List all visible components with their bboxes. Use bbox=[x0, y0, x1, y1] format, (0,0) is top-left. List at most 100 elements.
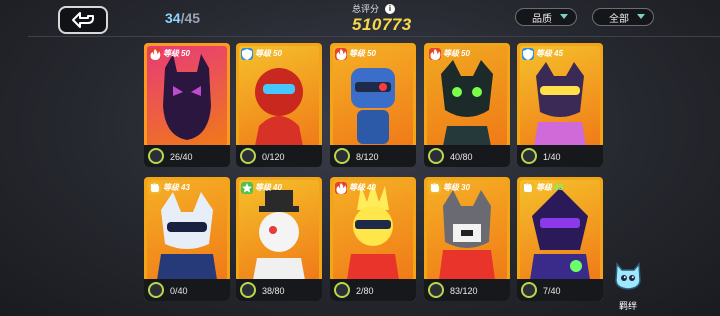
shard-progress: 26/40 bbox=[170, 152, 193, 162]
card-footer: 7/40 bbox=[517, 279, 603, 301]
character-portrait bbox=[333, 180, 413, 280]
fist-icon bbox=[149, 181, 161, 194]
level-label: 等级 bbox=[349, 49, 365, 58]
shard-progress: 0/120 bbox=[262, 152, 285, 162]
fire-icon bbox=[335, 181, 347, 194]
card-footer: 83/120 bbox=[424, 279, 510, 301]
character-card[interactable]: 等级 43 0/40 bbox=[144, 177, 230, 301]
fist-icon bbox=[429, 181, 441, 194]
level-label: 等级 bbox=[163, 49, 179, 58]
level-tag: 等级 50 bbox=[149, 47, 190, 60]
collection-count: 34/45 bbox=[165, 10, 200, 26]
fire-icon bbox=[335, 47, 347, 60]
all-filter-label: 全部 bbox=[609, 13, 629, 25]
level-tag: 等级 45 bbox=[522, 181, 563, 194]
card-footer: 26/40 bbox=[144, 145, 230, 167]
card-footer: 1/40 bbox=[517, 145, 603, 167]
level-value: 50 bbox=[181, 49, 190, 58]
card-footer: 0/40 bbox=[144, 279, 230, 301]
character-portrait bbox=[147, 46, 227, 146]
shard-icon bbox=[521, 282, 537, 298]
level-value: 45 bbox=[554, 183, 563, 192]
level-tag: 等级 45 bbox=[522, 47, 563, 60]
card-footer: 40/80 bbox=[424, 145, 510, 167]
chevron-down-icon bbox=[560, 14, 568, 19]
level-value: 50 bbox=[273, 49, 282, 58]
card-footer: 8/120 bbox=[330, 145, 416, 167]
back-button[interactable] bbox=[58, 6, 108, 34]
bond-cat-icon bbox=[615, 262, 641, 290]
star-icon bbox=[241, 181, 253, 194]
character-card[interactable]: 等级 50 26/40 bbox=[144, 43, 230, 167]
total-score: 总评分 i 510773 bbox=[352, 2, 412, 35]
shield-icon bbox=[241, 47, 253, 60]
shard-icon bbox=[334, 148, 350, 164]
level-label: 等级 bbox=[443, 49, 459, 58]
level-value: 50 bbox=[461, 49, 470, 58]
bond-button[interactable]: 羁绊 bbox=[612, 258, 644, 311]
bond-label: 羁绊 bbox=[618, 301, 637, 311]
back-arrow-icon bbox=[72, 12, 94, 28]
character-portrait bbox=[520, 180, 600, 280]
character-card[interactable]: 等级 50 8/120 bbox=[330, 43, 416, 167]
level-value: 50 bbox=[367, 49, 376, 58]
character-portrait bbox=[239, 46, 319, 146]
character-card[interactable]: 等级 50 40/80 bbox=[424, 43, 510, 167]
shard-icon bbox=[148, 282, 164, 298]
shard-icon bbox=[148, 148, 164, 164]
shard-icon bbox=[521, 148, 537, 164]
shard-progress: 7/40 bbox=[543, 286, 561, 296]
shard-icon bbox=[240, 282, 256, 298]
shard-icon bbox=[240, 148, 256, 164]
fist-icon bbox=[522, 181, 534, 194]
fire-icon bbox=[149, 47, 161, 60]
shard-progress: 8/120 bbox=[356, 152, 379, 162]
character-portrait bbox=[333, 46, 413, 146]
level-tag: 等级 40 bbox=[335, 181, 376, 194]
shard-icon bbox=[428, 282, 444, 298]
level-tag: 等级 50 bbox=[335, 47, 376, 60]
shard-progress: 83/120 bbox=[450, 286, 478, 296]
all-filter-dropdown[interactable]: 全部 bbox=[592, 8, 654, 26]
shard-progress: 1/40 bbox=[543, 152, 561, 162]
level-tag: 等级 40 bbox=[241, 181, 282, 194]
shard-icon bbox=[334, 282, 350, 298]
score-label: 总评分 bbox=[352, 4, 380, 14]
shard-progress: 40/80 bbox=[450, 152, 473, 162]
fire-icon bbox=[429, 47, 441, 60]
level-value: 43 bbox=[181, 183, 190, 192]
character-portrait bbox=[520, 46, 600, 146]
character-card[interactable]: 等级 45 7/40 bbox=[517, 177, 603, 301]
top-bar: 34/45 总评分 i 510773 品质 全部 bbox=[0, 0, 720, 36]
character-portrait bbox=[427, 180, 507, 280]
shard-progress: 38/80 bbox=[262, 286, 285, 296]
score-value: 510773 bbox=[352, 15, 412, 34]
count-total: 45 bbox=[184, 10, 201, 26]
level-tag: 等级 50 bbox=[241, 47, 282, 60]
level-label: 等级 bbox=[255, 183, 271, 192]
level-label: 等级 bbox=[255, 49, 271, 58]
character-portrait bbox=[147, 180, 227, 280]
level-value: 40 bbox=[367, 183, 376, 192]
info-icon[interactable]: i bbox=[385, 3, 396, 14]
character-card[interactable]: 等级 40 2/80 bbox=[330, 177, 416, 301]
character-card[interactable]: 等级 40 38/80 bbox=[236, 177, 322, 301]
level-value: 45 bbox=[554, 49, 563, 58]
level-label: 等级 bbox=[349, 183, 365, 192]
level-tag: 等级 50 bbox=[429, 47, 470, 60]
character-portrait bbox=[427, 46, 507, 146]
shard-progress: 0/40 bbox=[170, 286, 188, 296]
card-footer: 2/80 bbox=[330, 279, 416, 301]
level-label: 等级 bbox=[536, 183, 552, 192]
character-card[interactable]: 等级 45 1/40 bbox=[517, 43, 603, 167]
level-value: 40 bbox=[273, 183, 282, 192]
quality-filter-label: 品质 bbox=[532, 13, 552, 25]
card-footer: 0/120 bbox=[236, 145, 322, 167]
character-card[interactable]: 等级 30 83/120 bbox=[424, 177, 510, 301]
quality-filter-dropdown[interactable]: 品质 bbox=[515, 8, 577, 26]
character-card[interactable]: 等级 50 0/120 bbox=[236, 43, 322, 167]
level-value: 30 bbox=[461, 183, 470, 192]
character-portrait bbox=[239, 180, 319, 280]
shield-icon bbox=[522, 47, 534, 60]
level-label: 等级 bbox=[443, 183, 459, 192]
